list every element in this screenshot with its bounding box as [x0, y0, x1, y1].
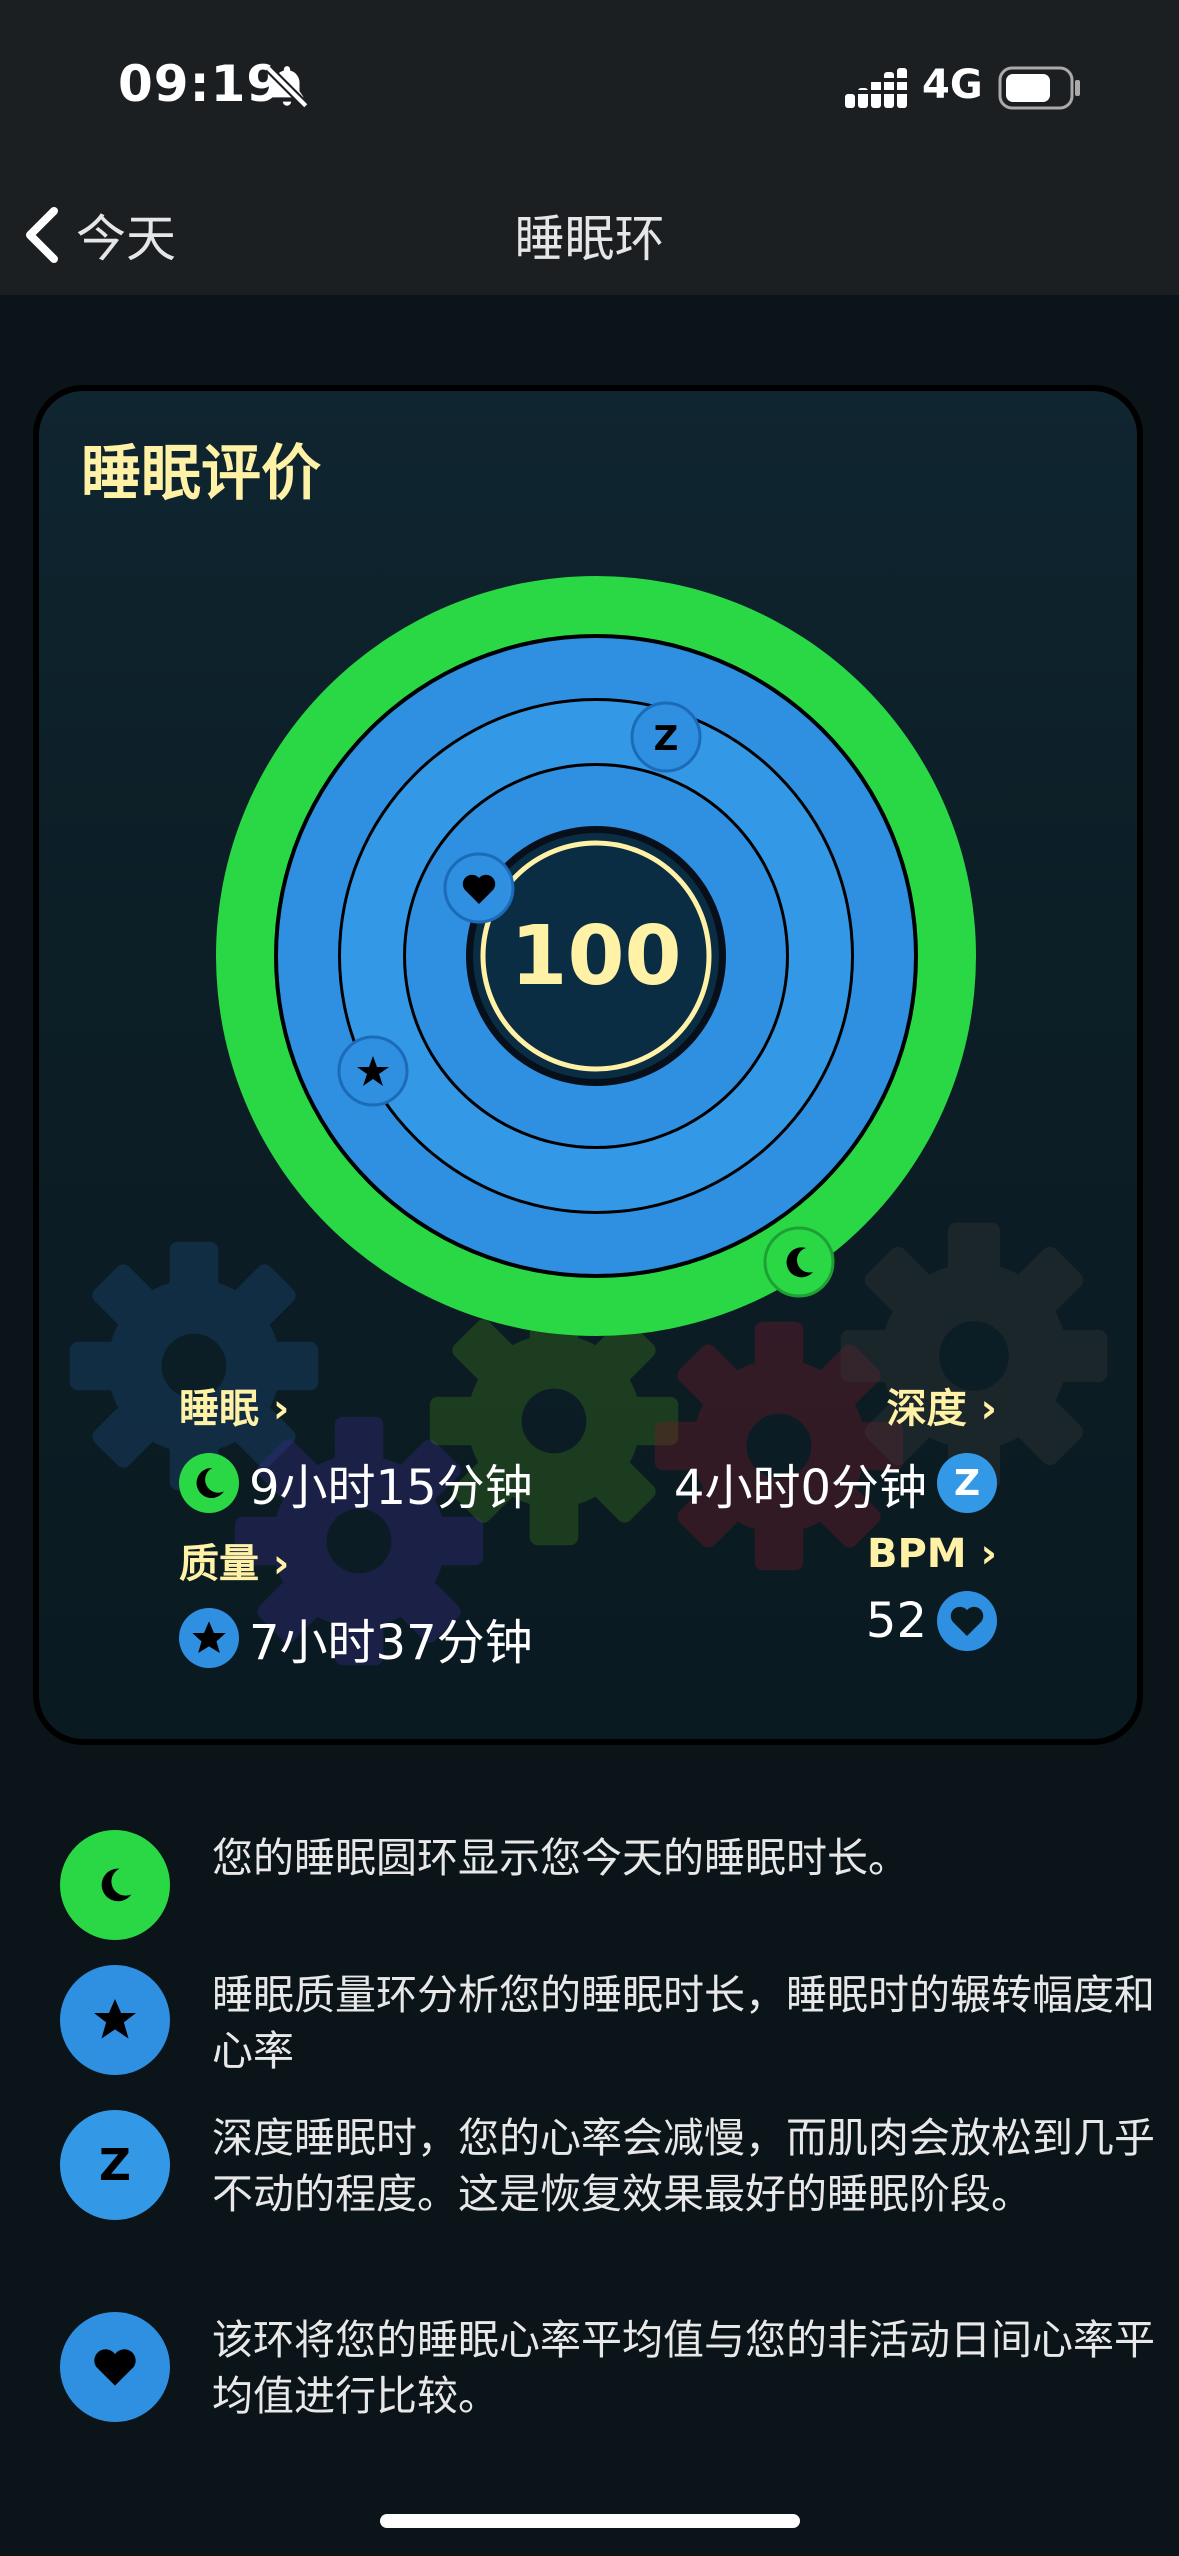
sleep-score: 100 [510, 909, 681, 1004]
z-marker-letter: Z [654, 719, 679, 759]
z-marker-icon: Z [630, 701, 702, 773]
legend-text: 深度睡眠时，您的心率会减慢，而肌肉会放松到几乎不动的程度。这是恢复效果最好的睡眠… [212, 2114, 1155, 2218]
stat-quality-label: 质量 › [179, 1541, 290, 1587]
network-type: 4G [922, 62, 983, 108]
heart-icon [60, 2312, 170, 2422]
heart-icon [937, 1591, 997, 1651]
star-icon [60, 1965, 170, 2075]
page-title: 睡眠环 [514, 210, 665, 268]
nav-bar: 今天 睡眠环 [0, 175, 1179, 295]
signal-icon [845, 68, 907, 108]
stat-quality-value: 7小时37分钟 [249, 1615, 533, 1671]
z-icon: Z [60, 2110, 170, 2220]
stat-sleep-label: 睡眠 › [179, 1386, 290, 1432]
legend-item: 该环将您的睡眠心率平均值与您的非活动日间心率平均值进行比较。 [60, 2312, 1155, 2422]
stat-sleep[interactable]: 睡眠 › 9小时15分钟 [179, 1376, 533, 1518]
z-icon: Z [937, 1453, 997, 1513]
moon-marker-icon [763, 1226, 835, 1298]
legend-text: 您的睡眠圆环显示您今天的睡眠时长。 [212, 1834, 909, 1882]
home-indicator[interactable] [380, 2514, 800, 2528]
stat-bpm-value: 52 [865, 1593, 927, 1649]
star-icon [179, 1608, 239, 1668]
bell-slash-icon [265, 65, 309, 109]
legend-text: 该环将您的睡眠心率平均值与您的非活动日间心率平均值进行比较。 [212, 2316, 1155, 2420]
stat-deep[interactable]: 深度 › 4小时0分钟 Z [674, 1376, 997, 1518]
status-bar: 09:19 4G [0, 0, 1179, 175]
heart-marker-icon [443, 852, 515, 924]
sleep-rings[interactable]: 100 Z [216, 576, 976, 1336]
stat-deep-label: 深度 › [886, 1386, 997, 1432]
stat-bpm-label: BPM › [866, 1531, 997, 1577]
battery-icon [998, 66, 1080, 110]
moon-icon [60, 1830, 170, 1940]
legend-item: 您的睡眠圆环显示您今天的睡眠时长。 [60, 1830, 1120, 1940]
stat-sleep-value: 9小时15分钟 [249, 1460, 533, 1516]
legend-text: 睡眠质量环分析您的睡眠时长，睡眠时的辗转幅度和心率 [212, 1971, 1155, 2075]
star-marker-icon [337, 1035, 409, 1107]
stat-deep-value: 4小时0分钟 [673, 1460, 927, 1516]
legend-item: 睡眠质量环分析您的睡眠时长，睡眠时的辗转幅度和心率 [60, 1965, 1155, 2075]
moon-icon [179, 1453, 239, 1513]
card-title: 睡眠评价 [81, 439, 321, 509]
stat-bpm[interactable]: BPM › 52 [866, 1531, 997, 1651]
legend-item: Z 深度睡眠时，您的心率会减慢，而肌肉会放松到几乎不动的程度。这是恢复效果最好的… [60, 2110, 1155, 2220]
stat-quality[interactable]: 质量 › 7小时37分钟 [179, 1531, 533, 1673]
sleep-score-card: 睡眠评价 100 Z 睡眠 › 9小时15分钟 深度 › 4小时0分钟 Z 质量… [33, 385, 1143, 1745]
status-time: 09:19 [118, 55, 283, 113]
